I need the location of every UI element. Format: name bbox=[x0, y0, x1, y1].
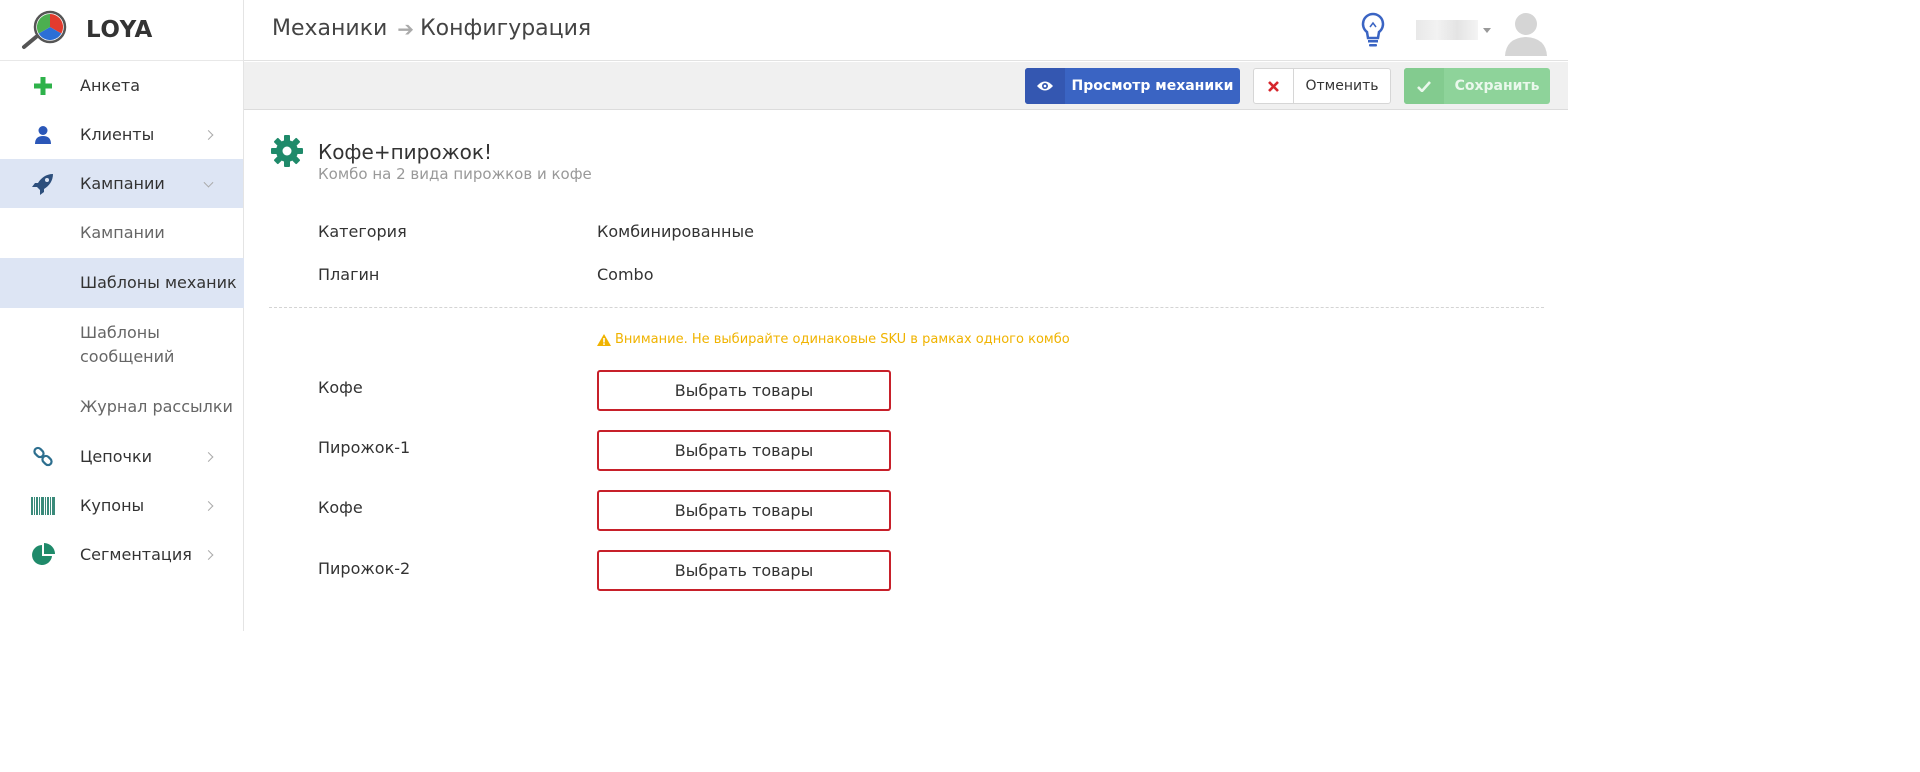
slot-label-coffee-2: Кофе bbox=[318, 498, 363, 517]
mechanic-title: Кофе+пирожок! bbox=[318, 140, 492, 164]
select-products-button-pie-1[interactable]: Выбрать товары bbox=[597, 430, 891, 471]
sidebar-item-segmentation[interactable]: Сегментация bbox=[0, 530, 243, 579]
action-toolbar: Просмотр механики Отменить Сохранить bbox=[244, 62, 1568, 110]
sidebar-item-label: Сегментация bbox=[80, 545, 192, 564]
header: Механики ➔ Конфигурация bbox=[244, 0, 1568, 61]
user-icon bbox=[35, 125, 51, 144]
sidebar-subitem-mechanic-templates[interactable]: Шаблоны механик bbox=[0, 258, 244, 308]
chevron-right-icon bbox=[203, 549, 214, 560]
plus-icon bbox=[34, 76, 52, 95]
cancel-label: Отменить bbox=[1305, 78, 1379, 94]
category-value: Комбинированные bbox=[597, 222, 754, 241]
checkmark-icon bbox=[1417, 80, 1431, 92]
select-products-button-coffee-1[interactable]: Выбрать товары bbox=[597, 370, 891, 411]
slot-label-pie-2: Пирожок-2 bbox=[318, 559, 411, 578]
breadcrumb-current: Конфигурация bbox=[420, 16, 592, 41]
select-products-button-pie-2[interactable]: Выбрать товары bbox=[597, 550, 891, 591]
lightbulb-icon[interactable] bbox=[1360, 12, 1386, 48]
sidebar-item-coupons[interactable]: Купоны bbox=[0, 481, 243, 530]
logo-magnifier-icon bbox=[22, 10, 67, 49]
plugin-value: Combo bbox=[597, 265, 654, 284]
chain-link-icon bbox=[33, 446, 53, 466]
plugin-label: Плагин bbox=[318, 265, 380, 284]
view-mechanic-label: Просмотр механики bbox=[1071, 78, 1234, 94]
select-products-button-coffee-2[interactable]: Выбрать товары bbox=[597, 490, 891, 531]
rocket-icon bbox=[32, 173, 53, 195]
logo[interactable]: LOYA bbox=[0, 0, 243, 61]
sidebar-subitem-label: Шаблоны сообщений bbox=[80, 323, 175, 366]
sidebar-item-chains[interactable]: Цепочки bbox=[0, 432, 243, 481]
chevron-right-icon bbox=[203, 451, 214, 462]
mechanic-config-panel: Кофе+пирожок! Комбо на 2 вида пирожков и… bbox=[244, 111, 1568, 631]
logo-text: LOYA bbox=[86, 17, 153, 43]
warning-icon bbox=[597, 333, 611, 346]
close-icon bbox=[1268, 80, 1279, 92]
chevron-down-icon bbox=[203, 177, 214, 188]
sidebar-item-label: Кампании bbox=[80, 174, 165, 193]
sidebar-item-label: Клиенты bbox=[80, 125, 155, 144]
divider bbox=[269, 307, 1544, 308]
sidebar-item-label: Цепочки bbox=[80, 447, 153, 466]
slot-label-pie-1: Пирожок-1 bbox=[318, 438, 411, 457]
barcode-icon bbox=[31, 496, 55, 515]
warning-message: Внимание. Не выбирайте одинаковые SKU в … bbox=[597, 332, 1070, 347]
chevron-right-icon bbox=[203, 129, 214, 140]
save-label: Сохранить bbox=[1454, 78, 1540, 94]
sidebar: LOYA Анкета Клиенты Кампании Кампании Ша… bbox=[0, 0, 244, 631]
sidebar-item-questionnaire[interactable]: Анкета bbox=[0, 61, 243, 110]
mechanic-subtitle: Комбо на 2 вида пирожков и кофе bbox=[318, 165, 592, 183]
pie-chart-icon bbox=[32, 542, 55, 565]
user-name-redacted[interactable] bbox=[1416, 20, 1478, 40]
chevron-right-icon bbox=[203, 500, 214, 511]
sidebar-subitem-label: Шаблоны механик bbox=[80, 273, 237, 292]
sidebar-item-label: Купоны bbox=[80, 496, 145, 515]
sidebar-item-clients[interactable]: Клиенты bbox=[0, 110, 243, 159]
sidebar-item-label: Анкета bbox=[80, 76, 141, 95]
sidebar-subitem-message-templates[interactable]: Шаблоны сообщений bbox=[0, 308, 240, 382]
view-mechanic-button[interactable]: Просмотр механики bbox=[1025, 68, 1240, 104]
gear-icon bbox=[271, 135, 303, 167]
arrow-right-icon: ➔ bbox=[397, 16, 415, 41]
eye-icon bbox=[1037, 81, 1053, 91]
sidebar-subitem-campaigns[interactable]: Кампании bbox=[0, 208, 243, 258]
category-label: Категория bbox=[318, 222, 407, 241]
cancel-button[interactable]: Отменить bbox=[1253, 68, 1391, 104]
breadcrumb-item[interactable]: Механики bbox=[272, 16, 387, 41]
sidebar-subitem-mailing-log[interactable]: Журнал рассылки bbox=[0, 382, 240, 432]
warning-text: Внимание. Не выбирайте одинаковые SKU в … bbox=[615, 332, 1070, 347]
slot-label-coffee-1: Кофе bbox=[318, 378, 363, 397]
avatar[interactable] bbox=[1502, 8, 1550, 56]
breadcrumb: Механики ➔ Конфигурация bbox=[272, 16, 591, 41]
sidebar-subitem-label: Журнал рассылки bbox=[80, 397, 233, 416]
save-button[interactable]: Сохранить bbox=[1404, 68, 1550, 104]
sidebar-item-campaigns[interactable]: Кампании bbox=[0, 159, 243, 208]
caret-down-icon[interactable] bbox=[1483, 28, 1491, 33]
